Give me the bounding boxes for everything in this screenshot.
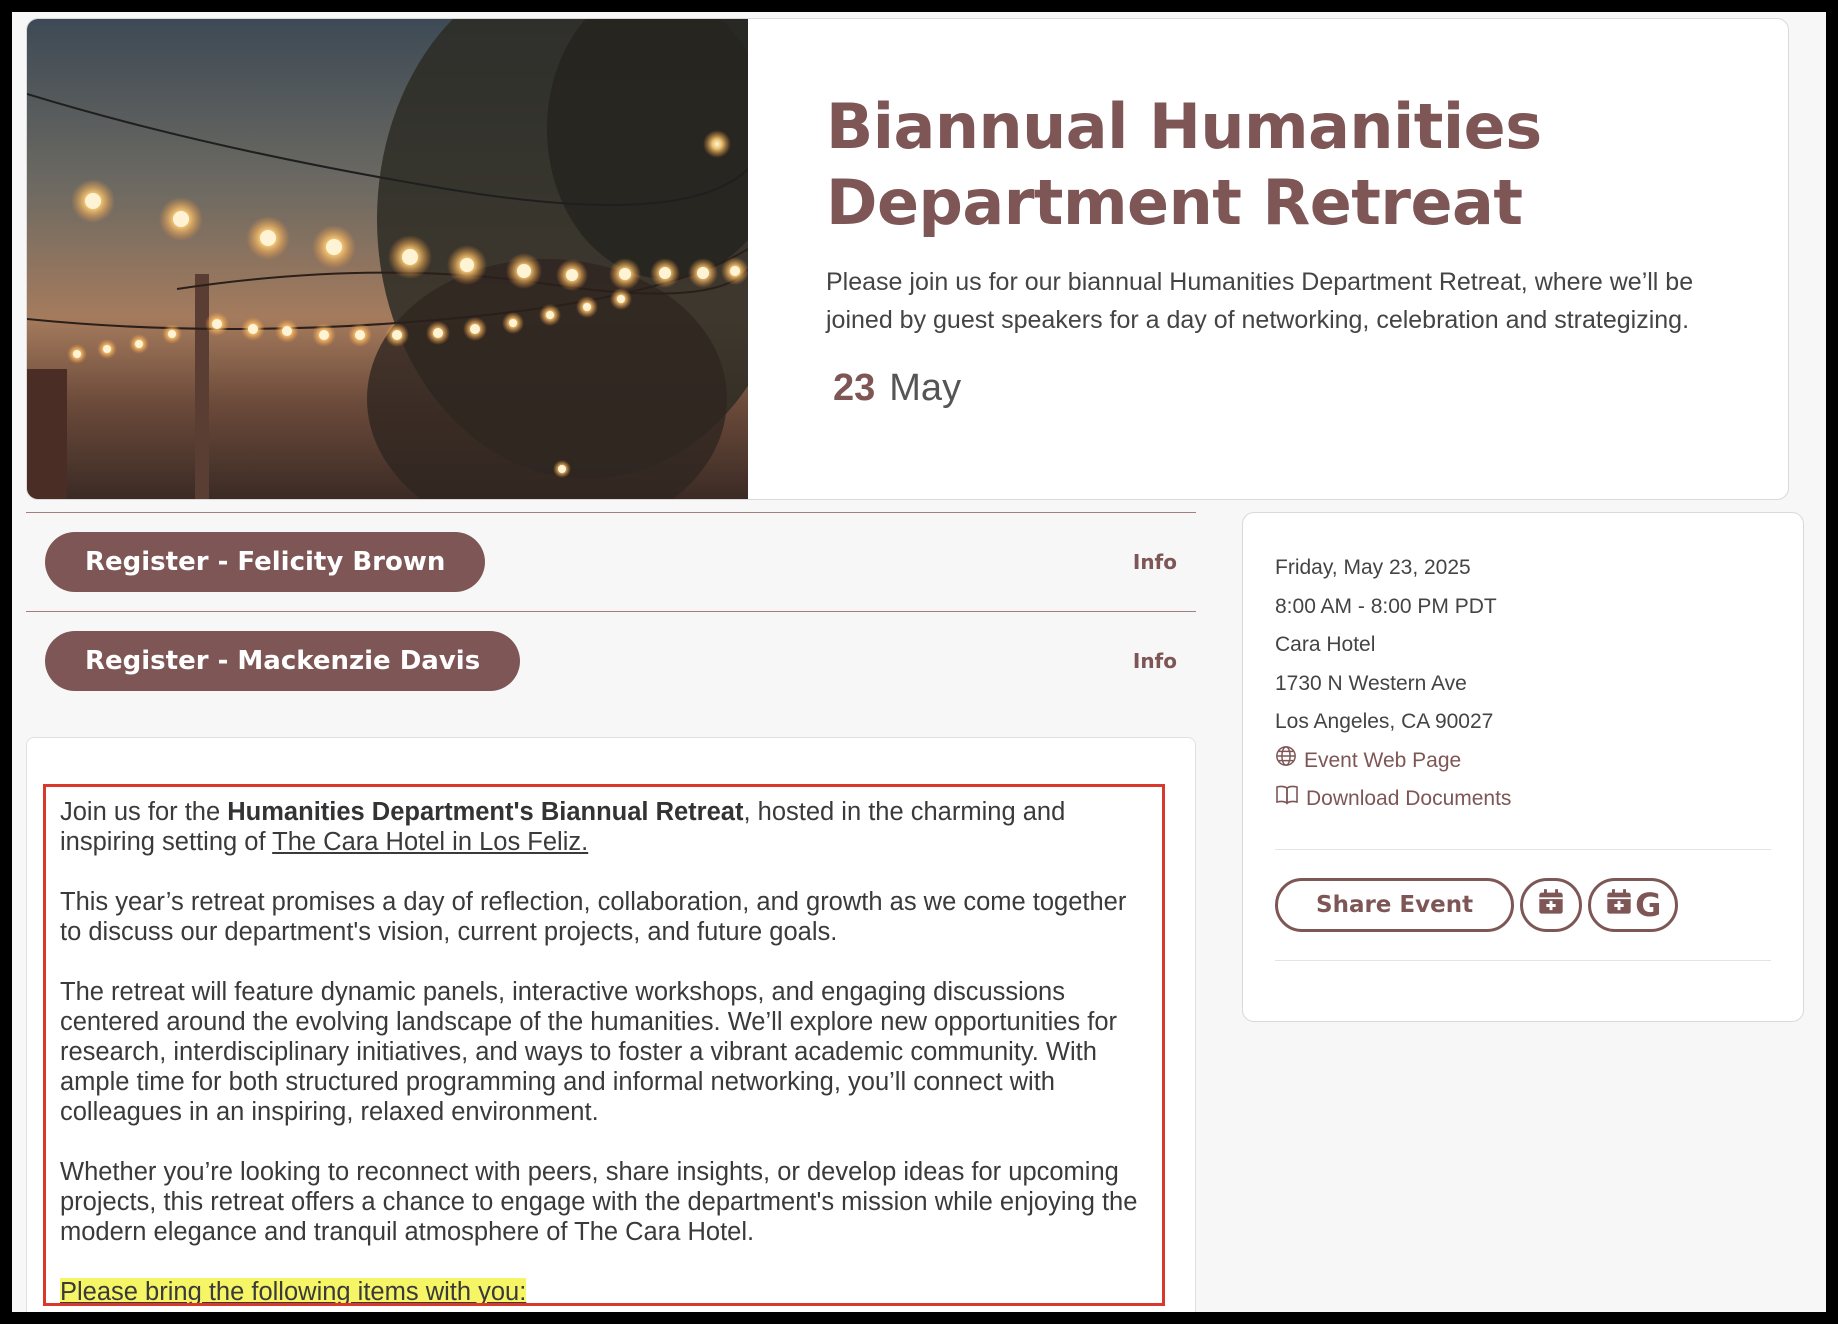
registration-list: Register - Felicity Brown Info Register … [26, 512, 1196, 710]
add-to-google-calendar-button[interactable]: G [1588, 877, 1679, 932]
info-link[interactable]: Info [1133, 649, 1177, 673]
download-documents-label: Download Documents [1306, 787, 1512, 810]
p1-bold-text: Humanities Department's Biannual Retreat [227, 798, 744, 826]
event-summary: Please join us for our biannual Humaniti… [826, 268, 1694, 334]
event-time: 8:00 AM - 8:00 PM PDT [1275, 594, 1497, 618]
venue-name: Cara Hotel [1275, 633, 1376, 656]
globe-icon [1275, 742, 1304, 781]
event-date-badge: 23 May [833, 367, 961, 410]
register-felicity-brown-button[interactable]: Register - Felicity Brown [45, 532, 486, 592]
calendar-plus-icon [1605, 888, 1633, 921]
event-web-page-label: Event Web Page [1304, 748, 1462, 772]
calendar-plus-icon [1537, 888, 1565, 921]
description-paragraph: Please bring the following items with yo… [60, 1277, 1150, 1306]
event-title: Biannual Humanities Department Retreat [826, 90, 1542, 239]
divider [1275, 959, 1771, 961]
page-frame: Biannual Humanities Department Retreat P… [12, 12, 1826, 1312]
description-paragraph: Join us for the Humanities Department's … [60, 797, 1150, 857]
event-details-card: Friday, May 23, 2025 8:00 AM - 8:00 PM P… [1242, 512, 1804, 1022]
description-paragraph: The retreat will feature dynamic panels,… [60, 978, 1118, 1126]
description-paragraph: This year’s retreat promises a day of re… [60, 888, 1127, 946]
event-web-page-link[interactable]: Event Web Page [1275, 742, 1771, 781]
cara-hotel-link[interactable]: The Cara Hotel in Los Feliz. [272, 828, 588, 856]
event-hero: Biannual Humanities Department Retreat P… [26, 18, 1789, 500]
add-to-calendar-button[interactable] [1520, 877, 1583, 932]
book-icon [1275, 780, 1306, 819]
highlighted-instructions: Please bring the following items with yo… [60, 1278, 527, 1306]
p1-text: Join us for the [60, 798, 228, 826]
registration-row: Register - Mackenzie Davis Info [26, 611, 1196, 710]
venue-city: Los Angeles, CA 90027 [1275, 710, 1494, 733]
info-link[interactable]: Info [1133, 550, 1177, 574]
share-event-button[interactable]: Share Event [1275, 877, 1515, 932]
event-description-card: Join us for the Humanities Department's … [26, 737, 1196, 1312]
event-cover-image [27, 19, 748, 499]
download-documents-link[interactable]: Download Documents [1275, 780, 1771, 819]
event-date: Friday, May 23, 2025 [1275, 556, 1471, 579]
venue-street: 1730 N Western Ave [1275, 671, 1467, 695]
register-mackenzie-davis-button[interactable]: Register - Mackenzie Davis [45, 631, 521, 691]
date-month: May [889, 367, 962, 409]
date-day: 23 [833, 367, 876, 409]
event-description: Join us for the Humanities Department's … [43, 784, 1165, 1306]
google-icon: G [1635, 885, 1662, 924]
share-actions: Share Event G [1275, 850, 1771, 960]
description-paragraph: Whether you’re looking to reconnect with… [60, 1158, 1138, 1246]
registration-row: Register - Felicity Brown Info [26, 512, 1196, 611]
